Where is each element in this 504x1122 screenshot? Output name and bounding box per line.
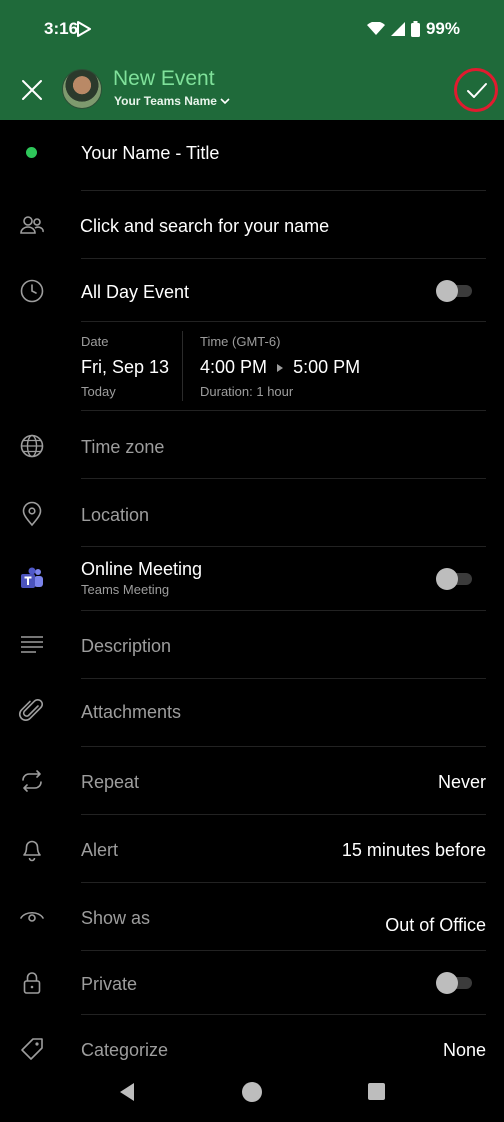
private-label: Private <box>81 974 138 994</box>
repeat-value[interactable]: Never <box>438 772 486 793</box>
event-title-input[interactable]: Your Name - Title <box>81 143 219 164</box>
all-day-label: All Day Event <box>81 282 190 302</box>
status-indicators: 99% <box>366 19 460 39</box>
description-lines-icon <box>21 636 43 653</box>
divider <box>81 950 486 951</box>
tag-icon <box>21 1038 43 1060</box>
paperclip-icon <box>19 698 44 721</box>
categorize-label[interactable]: Categorize <box>81 1040 168 1061</box>
divider <box>81 410 486 411</box>
duration-text: Duration: 1 hour <box>200 384 294 399</box>
divider <box>81 746 486 747</box>
recents-button[interactable] <box>368 1083 385 1100</box>
clock-icon <box>20 279 44 303</box>
globe-icon <box>20 434 44 458</box>
battery-icon <box>410 21 420 37</box>
calendar-color-dot[interactable] <box>26 147 37 158</box>
divider <box>81 1014 486 1015</box>
date-label: Date <box>81 334 109 349</box>
time-zone-field[interactable]: Time zone <box>81 437 164 458</box>
show-as-label[interactable]: Show as <box>81 908 150 929</box>
page-title: New Event <box>113 67 215 90</box>
repeat-label[interactable]: Repeat <box>81 772 139 793</box>
attendees-input[interactable]: Click and search for your name <box>80 216 329 237</box>
bell-icon <box>23 840 41 862</box>
date-picker[interactable]: Date Fri, Sep 13 Today <box>81 334 169 399</box>
divider <box>81 190 486 191</box>
save-button[interactable] <box>454 68 498 112</box>
lock-icon <box>23 972 41 994</box>
show-as-value[interactable]: Out of Office <box>385 915 486 936</box>
wifi-icon <box>366 22 385 35</box>
divider <box>81 478 486 479</box>
close-icon <box>22 80 42 100</box>
description-field[interactable]: Description <box>81 636 171 657</box>
people-icon <box>20 216 44 234</box>
private-toggle[interactable] <box>436 972 474 994</box>
divider <box>81 678 486 679</box>
alert-label[interactable]: Alert <box>81 840 118 861</box>
location-field[interactable]: Location <box>81 505 149 526</box>
toggle-thumb <box>436 280 458 302</box>
date-sub: Today <box>81 384 116 399</box>
signal-icon <box>390 22 405 36</box>
divider <box>81 546 486 547</box>
close-button[interactable] <box>18 76 46 104</box>
divider <box>81 258 486 259</box>
avatar[interactable] <box>62 69 102 109</box>
back-icon[interactable] <box>118 1082 136 1102</box>
start-time[interactable]: 4:00 PM <box>200 357 267 377</box>
all-day-toggle[interactable] <box>436 280 474 302</box>
location-pin-icon <box>22 501 42 527</box>
status-time: 3:16 <box>44 19 79 38</box>
attachments-field[interactable]: Attachments <box>81 702 181 723</box>
battery-percent: 99% <box>425 19 460 38</box>
online-meeting-sub: Teams Meeting <box>81 582 170 597</box>
home-button[interactable] <box>242 1082 262 1102</box>
time-label: Time (GMT-6) <box>200 334 281 349</box>
online-meeting-toggle[interactable] <box>436 568 474 590</box>
toggle-thumb <box>436 568 458 590</box>
date-value: Fri, Sep 13 <box>81 357 170 377</box>
divider <box>81 882 486 883</box>
status-bar: 3:16 99% <box>0 0 504 58</box>
team-selector[interactable]: Your Teams Name <box>114 94 230 108</box>
time-range[interactable]: 4:00 PM 5:00 PM <box>200 357 360 378</box>
app-bar: New Event Your Teams Name <box>0 58 504 120</box>
toggle-thumb <box>436 972 458 994</box>
repeat-icon <box>22 770 42 792</box>
online-meeting-label: Online Meeting <box>81 559 203 579</box>
team-name: Your Teams Name <box>114 94 217 108</box>
categorize-value[interactable]: None <box>443 1040 486 1061</box>
chevron-down-icon <box>220 98 230 105</box>
alert-value[interactable]: 15 minutes before <box>342 840 486 861</box>
time-picker[interactable]: Time (GMT-6) 4:00 PM 5:00 PM Duration: 1… <box>200 334 360 399</box>
divider <box>81 814 486 815</box>
date-time-separator <box>182 331 183 401</box>
end-time[interactable]: 5:00 PM <box>293 357 360 377</box>
divider <box>81 321 486 322</box>
eye-icon <box>20 911 44 922</box>
check-icon <box>467 83 487 98</box>
teams-icon <box>21 567 43 588</box>
arrow-right-icon <box>277 364 284 372</box>
system-nav-bar <box>0 1066 504 1122</box>
divider <box>81 610 486 611</box>
play-store-icon <box>77 21 91 37</box>
